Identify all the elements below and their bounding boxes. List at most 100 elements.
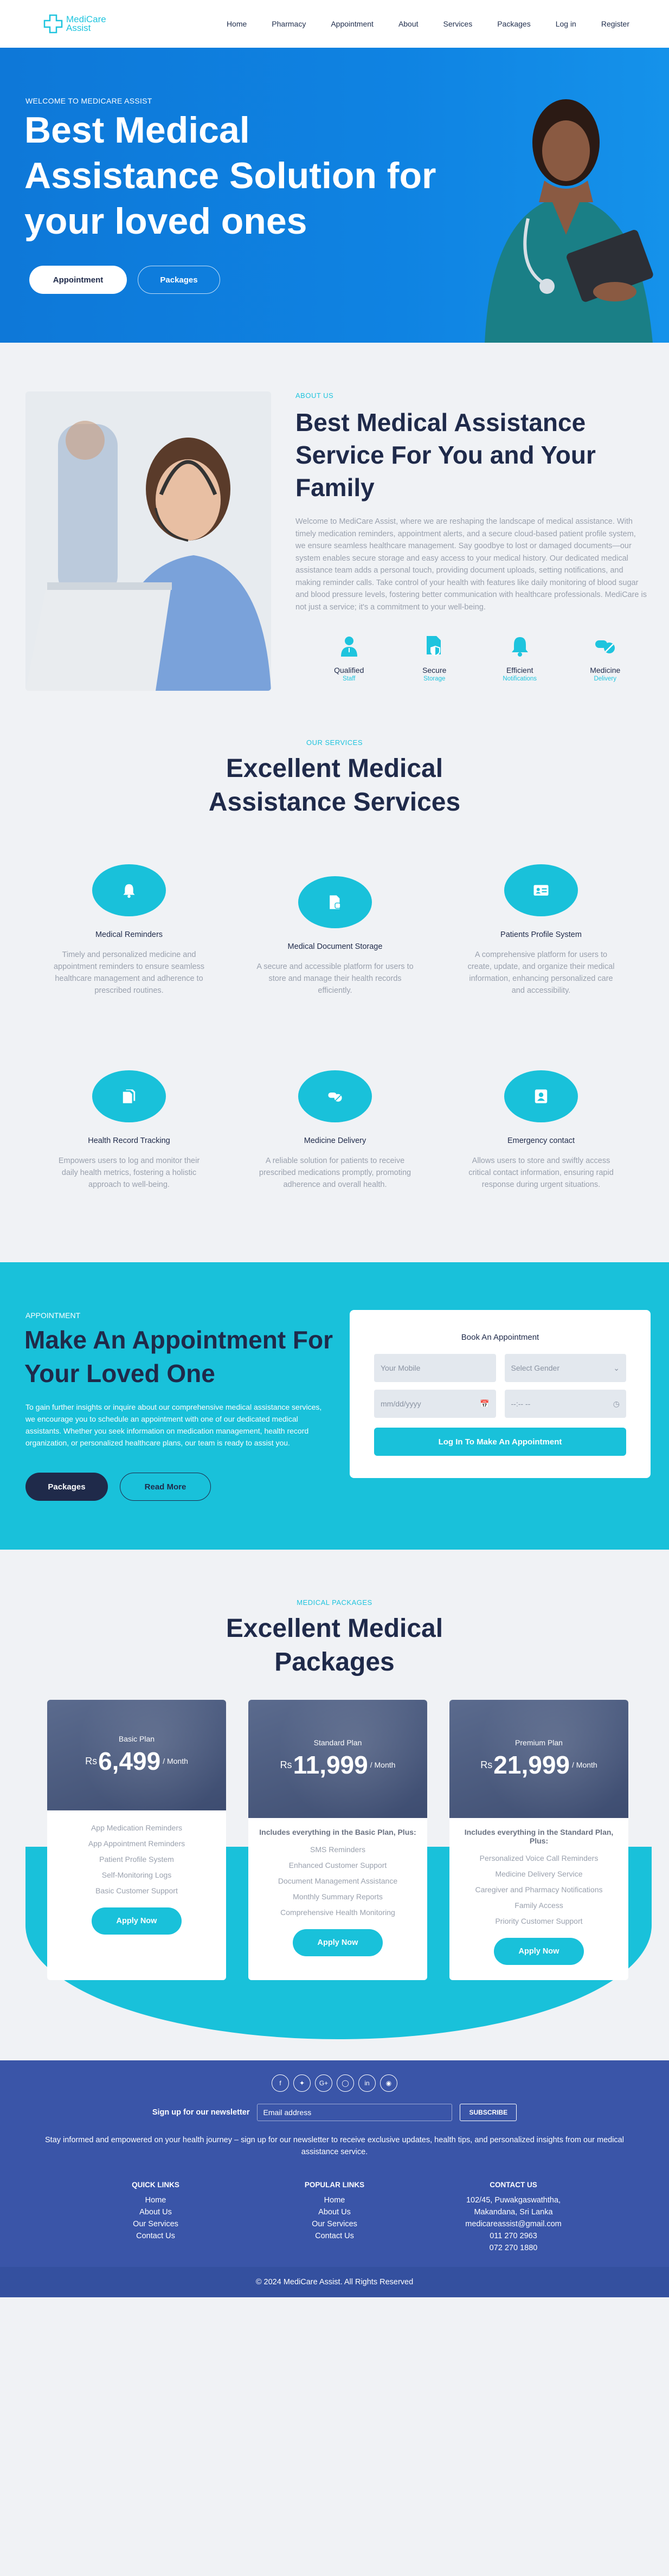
twitter-icon[interactable]: ✦ xyxy=(293,2074,311,2092)
currency: Rs xyxy=(480,1759,493,1770)
nav-item-about[interactable]: About xyxy=(386,20,431,28)
instagram-icon[interactable]: ◯ xyxy=(337,2074,354,2092)
nav-item-appointment[interactable]: Appointment xyxy=(318,20,386,28)
about-image xyxy=(25,391,271,691)
pill-icon xyxy=(595,640,615,653)
feature-sub: Storage xyxy=(423,676,446,682)
clock-icon: ◷ xyxy=(613,1399,620,1408)
nav-item-login[interactable]: Log in xyxy=(543,20,589,28)
package-lead: Includes everything in the Standard Plan… xyxy=(464,1828,614,1845)
nav-item-home[interactable]: Home xyxy=(214,20,259,28)
secure-document-icon xyxy=(427,636,441,656)
service-card: Medical Document Storage A secure and ac… xyxy=(232,846,438,1052)
package-feature: SMS Reminders xyxy=(310,1845,365,1854)
feature-sub: Staff xyxy=(343,676,356,682)
booking-form: Book An Appointment Your Mobile Select G… xyxy=(350,1310,651,1478)
nav-links: Home Pharmacy Appointment About Services… xyxy=(214,20,642,28)
hero-packages-button[interactable]: Packages xyxy=(138,266,220,294)
github-icon[interactable]: ◉ xyxy=(380,2074,397,2092)
footer-link[interactable]: About Us xyxy=(74,2206,237,2218)
contact-email[interactable]: medicareassist@gmail.com xyxy=(432,2218,595,2230)
apply-now-button[interactable]: Apply Now xyxy=(494,1938,584,1965)
service-title: Medicine Delivery xyxy=(304,1136,366,1145)
facebook-icon[interactable]: f xyxy=(272,2074,289,2092)
footer-link[interactable]: Home xyxy=(74,2194,237,2206)
bell-icon xyxy=(123,884,135,898)
appointment-packages-button[interactable]: Packages xyxy=(25,1473,108,1501)
contact-line: Makandana, Sri Lanka xyxy=(474,2208,553,2217)
subscribe-button[interactable]: SUBSCRIBE xyxy=(460,2104,517,2121)
package-price: 6,499 xyxy=(98,1747,161,1775)
about-paragraph: Welcome to MediCare Assist, where we are… xyxy=(295,517,647,612)
service-desc: A reliable solution for patients to rece… xyxy=(259,1157,411,1189)
brand-logo[interactable]: MediCare Assist xyxy=(43,14,106,34)
package-feature: Comprehensive Health Monitoring xyxy=(280,1908,395,1917)
nav-item-services[interactable]: Services xyxy=(431,20,485,28)
hero-section: WELCOME TO MEDICARE ASSIST Best Medical … xyxy=(0,48,669,343)
footer: f ✦ G+ ◯ in ◉ Sign up for our newsletter… xyxy=(0,2060,669,2297)
calendar-icon: 📅 xyxy=(480,1399,490,1408)
about-features: Qualified Staff Secure Storage Efficient… xyxy=(295,635,648,682)
top-nav: MediCare Assist Home Pharmacy Appointmen… xyxy=(0,0,669,48)
apply-now-button[interactable]: Apply Now xyxy=(92,1907,182,1935)
hero-appointment-button[interactable]: Appointment xyxy=(29,266,127,294)
contact-title: CONTACT US xyxy=(490,2181,537,2189)
package-price: 21,999 xyxy=(493,1751,570,1779)
linkedin-icon[interactable]: in xyxy=(358,2074,376,2092)
footer-link[interactable]: Contact Us xyxy=(74,2230,237,2242)
email-placeholder: Email address xyxy=(263,2108,312,2117)
footer-link[interactable]: About Us xyxy=(253,2206,416,2218)
social-links: f ✦ G+ ◯ in ◉ xyxy=(0,2074,669,2092)
nav-item-pharmacy[interactable]: Pharmacy xyxy=(259,20,318,28)
nav-item-register[interactable]: Register xyxy=(589,20,642,28)
read-more-button[interactable]: Read More xyxy=(120,1473,211,1501)
mobile-placeholder: Your Mobile xyxy=(381,1364,421,1372)
nav-item-packages[interactable]: Packages xyxy=(485,20,543,28)
newsletter-email-input[interactable]: Email address xyxy=(257,2104,453,2121)
contact-icon xyxy=(535,1089,548,1103)
brand-name-line2: Assist xyxy=(66,23,91,33)
time-placeholder: --:-- -- xyxy=(511,1399,531,1408)
footer-link[interactable]: Our Services xyxy=(253,2218,416,2230)
mobile-field[interactable]: Your Mobile xyxy=(374,1354,496,1382)
footer-link[interactable]: Our Services xyxy=(74,2218,237,2230)
service-title: Medical Reminders xyxy=(95,930,163,939)
hero-kicker: WELCOME TO MEDICARE ASSIST xyxy=(25,97,152,105)
document-icon xyxy=(330,895,341,909)
package-feature: Caregiver and Pharmacy Notifications xyxy=(475,1885,603,1894)
gender-select[interactable]: Select Gender ⌄ xyxy=(504,1354,626,1382)
contact-info: CONTACT US 102/45, Puwakgaswaththa, Maka… xyxy=(432,2181,595,2254)
price-period: / Month xyxy=(163,1757,188,1765)
contact-phone[interactable]: 072 270 1880 xyxy=(432,2242,595,2254)
package-feature: Enhanced Customer Support xyxy=(288,1861,387,1870)
google-icon[interactable]: G+ xyxy=(315,2074,332,2092)
newsletter-form: Sign up for our newsletter Email address… xyxy=(0,2104,669,2121)
time-field[interactable]: --:-- -- ◷ xyxy=(504,1390,626,1418)
contact-line: 102/45, Puwakgaswaththa, xyxy=(466,2196,561,2205)
price-period: / Month xyxy=(572,1761,597,1769)
package-card-standard: Standard Plan Rs 11,999/ Month Includes e… xyxy=(248,1700,427,1980)
services-title: Excellent Medical Assistance Services xyxy=(208,754,461,817)
quick-links: QUICK LINKS Home About Us Our Services C… xyxy=(74,2181,237,2254)
medical-cross-icon xyxy=(43,14,63,34)
feature-sub: Notifications xyxy=(503,676,537,682)
service-title: Health Record Tracking xyxy=(88,1136,170,1145)
date-field[interactable]: mm/dd/yyyy 📅 xyxy=(374,1390,496,1418)
package-feature: Personalized Voice Call Reminders xyxy=(479,1854,599,1862)
service-card: Patients Profile System A comprehensive … xyxy=(438,846,644,1052)
footer-link[interactable]: Contact Us xyxy=(253,2230,416,2242)
quick-links-title: QUICK LINKS xyxy=(132,2181,179,2189)
contact-phone[interactable]: 011 270 2963 xyxy=(432,2230,595,2242)
pills-icon xyxy=(328,1093,342,1102)
book-appointment-button[interactable]: Log In To Make An Appointment xyxy=(374,1428,626,1456)
package-feature: Family Access xyxy=(514,1901,563,1910)
doctor-icon xyxy=(340,637,357,657)
packages-grid: Basic Plan Rs 6,499/ Month App Medication… xyxy=(47,1700,628,1980)
footer-link[interactable]: Home xyxy=(253,2194,416,2206)
package-name: Basic Plan xyxy=(118,1735,155,1743)
services-grid: Medical Reminders Timely and personalize… xyxy=(26,846,644,1258)
date-placeholder: mm/dd/yyyy xyxy=(381,1399,421,1408)
gender-placeholder: Select Gender xyxy=(511,1364,560,1372)
service-title: Patients Profile System xyxy=(500,930,582,939)
apply-now-button[interactable]: Apply Now xyxy=(293,1929,383,1956)
